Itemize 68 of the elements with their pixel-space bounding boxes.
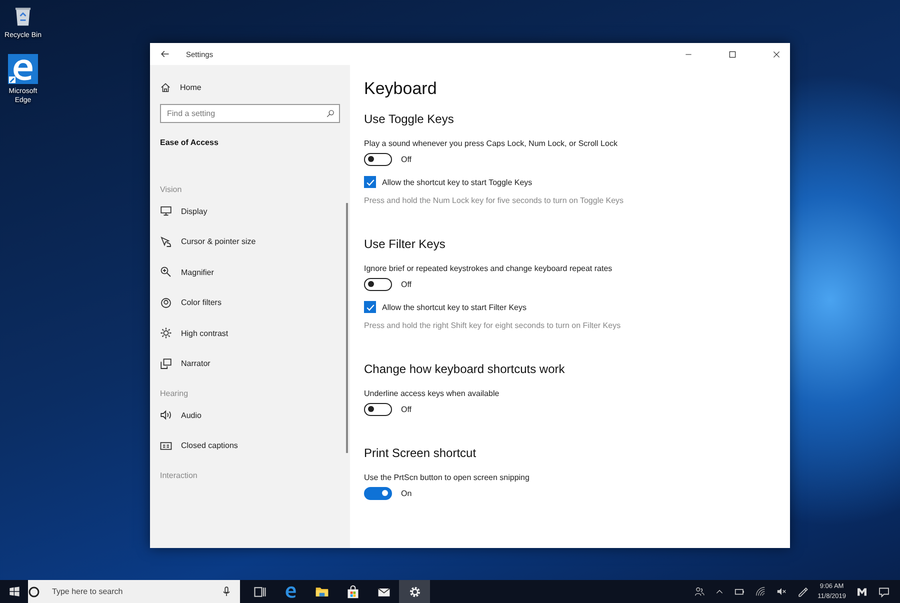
back-arrow-icon (160, 49, 170, 59)
taskbar-app[interactable] (399, 580, 430, 603)
color-filter-icon (160, 296, 172, 309)
checkbox-label: Allow the shortcut key to start Toggle Keys (382, 178, 532, 186)
edge-icon (284, 584, 298, 598)
section-heading: Change how keyboard shortcuts work (364, 362, 566, 376)
sidebar-item[interactable]: High contrast (160, 318, 340, 348)
search-icon (326, 109, 335, 118)
setting-label: Ignore brief or repeated keystrokes and change keyboard repeat rates (364, 264, 614, 273)
task-view-icon (252, 584, 266, 598)
setting-label: Play a sound whenever you press Caps Lock, Num Lock, or Scroll Lock (364, 139, 618, 148)
narrator-icon (160, 358, 172, 370)
speaker-icon (160, 409, 172, 422)
folder-icon (314, 584, 328, 598)
toggle-state: On (401, 489, 412, 498)
setting-label: Underline access keys when available (364, 389, 500, 398)
sidebar-item[interactable]: Cursor & pointer size (160, 226, 340, 257)
setting-label: Use the PrtScn button to open screen snipping (364, 473, 530, 482)
notification-icon (878, 586, 890, 598)
people-icon (694, 586, 705, 597)
sidebar-item[interactable]: Display (160, 196, 340, 226)
search-field[interactable]: Find a setting (160, 104, 340, 123)
windows-logo-icon (8, 586, 20, 597)
section-heading: Print Screen shortcut (364, 446, 478, 460)
section-heading: Use Toggle Keys (364, 112, 455, 126)
cortana-circle-icon (28, 586, 40, 598)
checkbox-label: Allow the shortcut key to start Filter Keys (382, 302, 526, 312)
setting-description: Press and hold the Num Lock key for five seconds to turn on Toggle Keys (364, 195, 625, 207)
close-icon (772, 50, 780, 58)
checkbox[interactable] (364, 301, 376, 313)
category-title: Ease of Access (160, 138, 220, 147)
taskbar-search-field[interactable]: Type here to search (28, 580, 240, 603)
sun-icon (160, 327, 172, 340)
ime-icon (856, 586, 868, 598)
house-icon (160, 82, 171, 93)
shopping-bag-icon (346, 584, 360, 598)
maximize-icon (728, 50, 736, 58)
section-heading: Use Filter Keys (364, 237, 446, 251)
group-heading: Hearing (160, 389, 190, 398)
sidebar-item[interactable]: Narrator (160, 348, 340, 379)
settings-icon (408, 584, 422, 598)
microphone-icon (221, 586, 232, 597)
wifi-icon (754, 586, 766, 597)
group-heading: Interaction (160, 471, 198, 480)
sidebar-item[interactable]: Closed captions (160, 430, 340, 461)
toggle-state: Off (401, 405, 412, 414)
toggle-switch[interactable] (364, 278, 392, 291)
toggle-switch[interactable] (364, 487, 392, 500)
chevron-up-icon (714, 587, 724, 596)
group-heading: Vision (160, 185, 183, 194)
magnifier-icon (160, 266, 172, 278)
toggle-switch[interactable] (364, 403, 392, 416)
page-title: Keyboard (364, 79, 438, 99)
pen-icon (796, 586, 808, 597)
sidebar-item[interactable]: Audio (160, 400, 340, 430)
home-nav-item[interactable]: Home (160, 82, 202, 93)
sidebar-item[interactable]: Magnifier (160, 257, 340, 288)
monitor-icon (160, 205, 172, 218)
toggle-state: Off (401, 155, 412, 164)
battery-icon (734, 586, 745, 597)
toggle-switch[interactable] (364, 153, 392, 166)
speaker-icon (776, 586, 787, 597)
edge-icon (8, 54, 38, 84)
checkbox[interactable] (364, 176, 376, 188)
toggle-state: Off (401, 280, 412, 289)
setting-description: Press and hold the right Shift key for eight seconds to turn on Filter Keys (364, 320, 622, 332)
sidebar-item[interactable]: Color filters (160, 288, 340, 318)
captions-icon (160, 440, 172, 452)
